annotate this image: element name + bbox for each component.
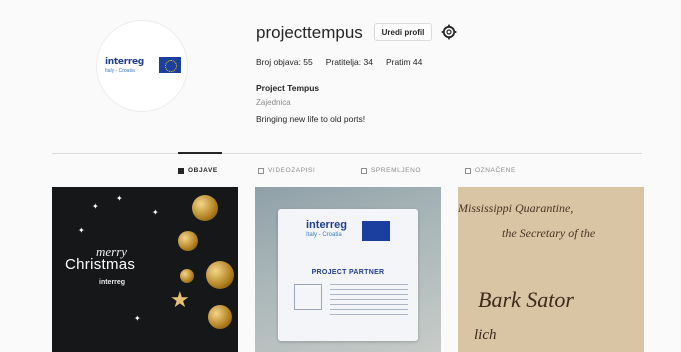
interreg-logo: interreg Italy - Croatia (105, 57, 181, 77)
sparkle-icon: ✦ (78, 226, 85, 235)
bauble-icon (178, 231, 198, 251)
post-thumbnail-christmas[interactable]: ✦ ✦ ✦ ✦ ✦ merry Christmas interreg ★ (52, 187, 238, 352)
profile-stats: Broj objava: 55 Pratitelja: 34 Pratim 44 (256, 57, 435, 67)
manuscript-line-4: lich (474, 327, 497, 343)
profile-avatar[interactable]: interreg Italy - Croatia (96, 20, 188, 112)
grid-icon (178, 167, 184, 174)
profile-category: Zajednica (256, 98, 291, 107)
bauble-icon (208, 305, 232, 329)
tab-videos[interactable]: VIDEOZAPISI (258, 167, 315, 174)
bookmark-icon (361, 167, 367, 174)
card-logo-sub: Italy - Croatia (306, 232, 342, 238)
partner-card: interreg Italy - Croatia PROJECT PARTNER (278, 209, 418, 341)
card-logo-word: interreg (306, 219, 347, 231)
christmas-interreg-logo: interreg (99, 279, 126, 286)
interreg-logo-sub: Italy - Croatia (105, 68, 135, 74)
christmas-title-text: Christmas (65, 256, 136, 273)
tab-posts[interactable]: OBJAVE (178, 167, 218, 174)
following-count[interactable]: Pratim 44 (386, 57, 422, 67)
manuscript-line-3: Bark Sator (478, 287, 574, 312)
tab-tagged-label: OZNAČENE (475, 167, 516, 174)
video-icon (258, 167, 264, 174)
sparkle-icon: ✦ (116, 194, 123, 203)
active-tab-indicator (178, 152, 222, 154)
partner-logo-badge (294, 284, 322, 310)
profile-bio: Bringing new life to old ports! (256, 114, 366, 124)
card-heading: PROJECT PARTNER (311, 269, 385, 276)
gear-icon[interactable] (441, 24, 457, 40)
posts-count: Broj objava: 55 (256, 57, 313, 67)
followers-count[interactable]: Pratitelja: 34 (326, 57, 373, 67)
eu-flag-icon (362, 221, 390, 241)
tab-videos-label: VIDEOZAPISI (268, 167, 316, 174)
tag-icon (465, 167, 471, 174)
tab-saved-label: SPREMLJENO (371, 167, 422, 174)
tab-saved[interactable]: SPREMLJENO (361, 167, 421, 174)
profile-username: projecttempus (256, 23, 363, 42)
tab-tagged[interactable]: OZNAČENE (465, 167, 516, 174)
post-thumbnail-partner[interactable]: interreg Italy - Croatia PROJECT PARTNER (255, 187, 441, 352)
star-ornament-icon: ★ (170, 287, 190, 312)
manuscript-line-1: Mississippi Quarantine, (458, 201, 574, 215)
profile-display-name: Project Tempus (256, 83, 320, 93)
post-thumbnail-manuscript[interactable]: Mississippi Quarantine, the Secretary of… (458, 187, 644, 352)
edit-profile-button[interactable]: Uredi profil (374, 23, 432, 41)
tab-posts-label: OBJAVE (188, 167, 218, 174)
eu-flag-icon (159, 57, 181, 73)
sparkle-icon: ✦ (134, 314, 141, 323)
sparkle-icon: ✦ (92, 202, 99, 211)
bauble-icon (206, 261, 234, 289)
manuscript-line-2: the Secretary of the (502, 226, 596, 240)
interreg-logo-word: interreg (105, 57, 144, 67)
bauble-icon (192, 195, 218, 221)
card-body-text (330, 284, 408, 318)
sparkle-icon: ✦ (152, 208, 159, 217)
card-interreg-logo: interreg Italy - Croatia (294, 219, 404, 249)
bauble-icon (180, 269, 194, 283)
tabs-divider (52, 153, 642, 154)
